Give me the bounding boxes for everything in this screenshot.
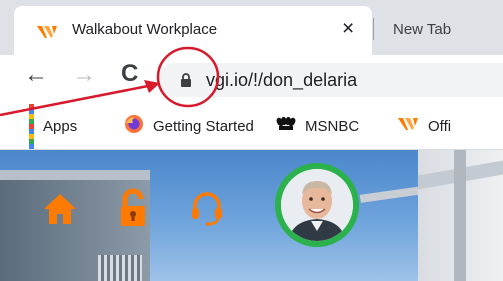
building-roof [0, 170, 150, 180]
walkabout-logo-icon [397, 116, 419, 136]
msnbc-peacock-icon [276, 116, 296, 135]
bookmark-office[interactable]: Offi [397, 114, 451, 138]
walkabout-logo-icon [36, 24, 58, 45]
lock-icon[interactable] [180, 73, 192, 93]
tab-walkabout-workplace[interactable]: Walkabout Workplace × [14, 6, 372, 55]
bookmark-apps[interactable]: Apps [29, 103, 78, 149]
page-content [0, 150, 503, 281]
apps-grid-icon [29, 103, 34, 149]
close-tab-icon[interactable]: × [342, 17, 354, 41]
bookmark-label: Getting Started [153, 117, 254, 135]
lock-icon[interactable] [118, 188, 148, 233]
bookmark-label: MSNBC [305, 117, 360, 135]
back-arrow-icon[interactable]: ← [24, 61, 48, 89]
building-post [454, 150, 466, 281]
building-windows [98, 255, 142, 281]
url-text: vgi.io/!/don_delaria [206, 70, 358, 90]
avatar[interactable] [275, 163, 359, 247]
tab-strip: Walkabout Workplace × New Tab [0, 0, 503, 55]
bookmark-label: Offi [428, 117, 452, 135]
browser-toolbar: ← → C vgi.io/!/don_delaria [0, 55, 503, 105]
headset-icon[interactable] [190, 190, 224, 231]
bookmarks-bar: Apps Getting Started MSNBC Offi [0, 103, 503, 150]
address-bar[interactable]: vgi.io/!/don_delaria [158, 63, 503, 97]
forward-arrow-icon[interactable]: → [72, 61, 96, 89]
firefox-icon [124, 114, 144, 138]
bookmark-msnbc[interactable]: MSNBC [276, 114, 359, 138]
home-icon[interactable] [42, 192, 78, 231]
bookmark-label: Apps [43, 117, 78, 135]
bookmark-getting-started[interactable]: Getting Started [124, 114, 254, 138]
building-right [418, 150, 503, 281]
tab-new-tab[interactable]: New Tab [373, 6, 503, 55]
profile-photo [281, 169, 353, 241]
tab-title: Walkabout Workplace [72, 21, 218, 38]
tab-title: New Tab [393, 21, 452, 38]
reload-icon[interactable]: C [121, 60, 138, 88]
